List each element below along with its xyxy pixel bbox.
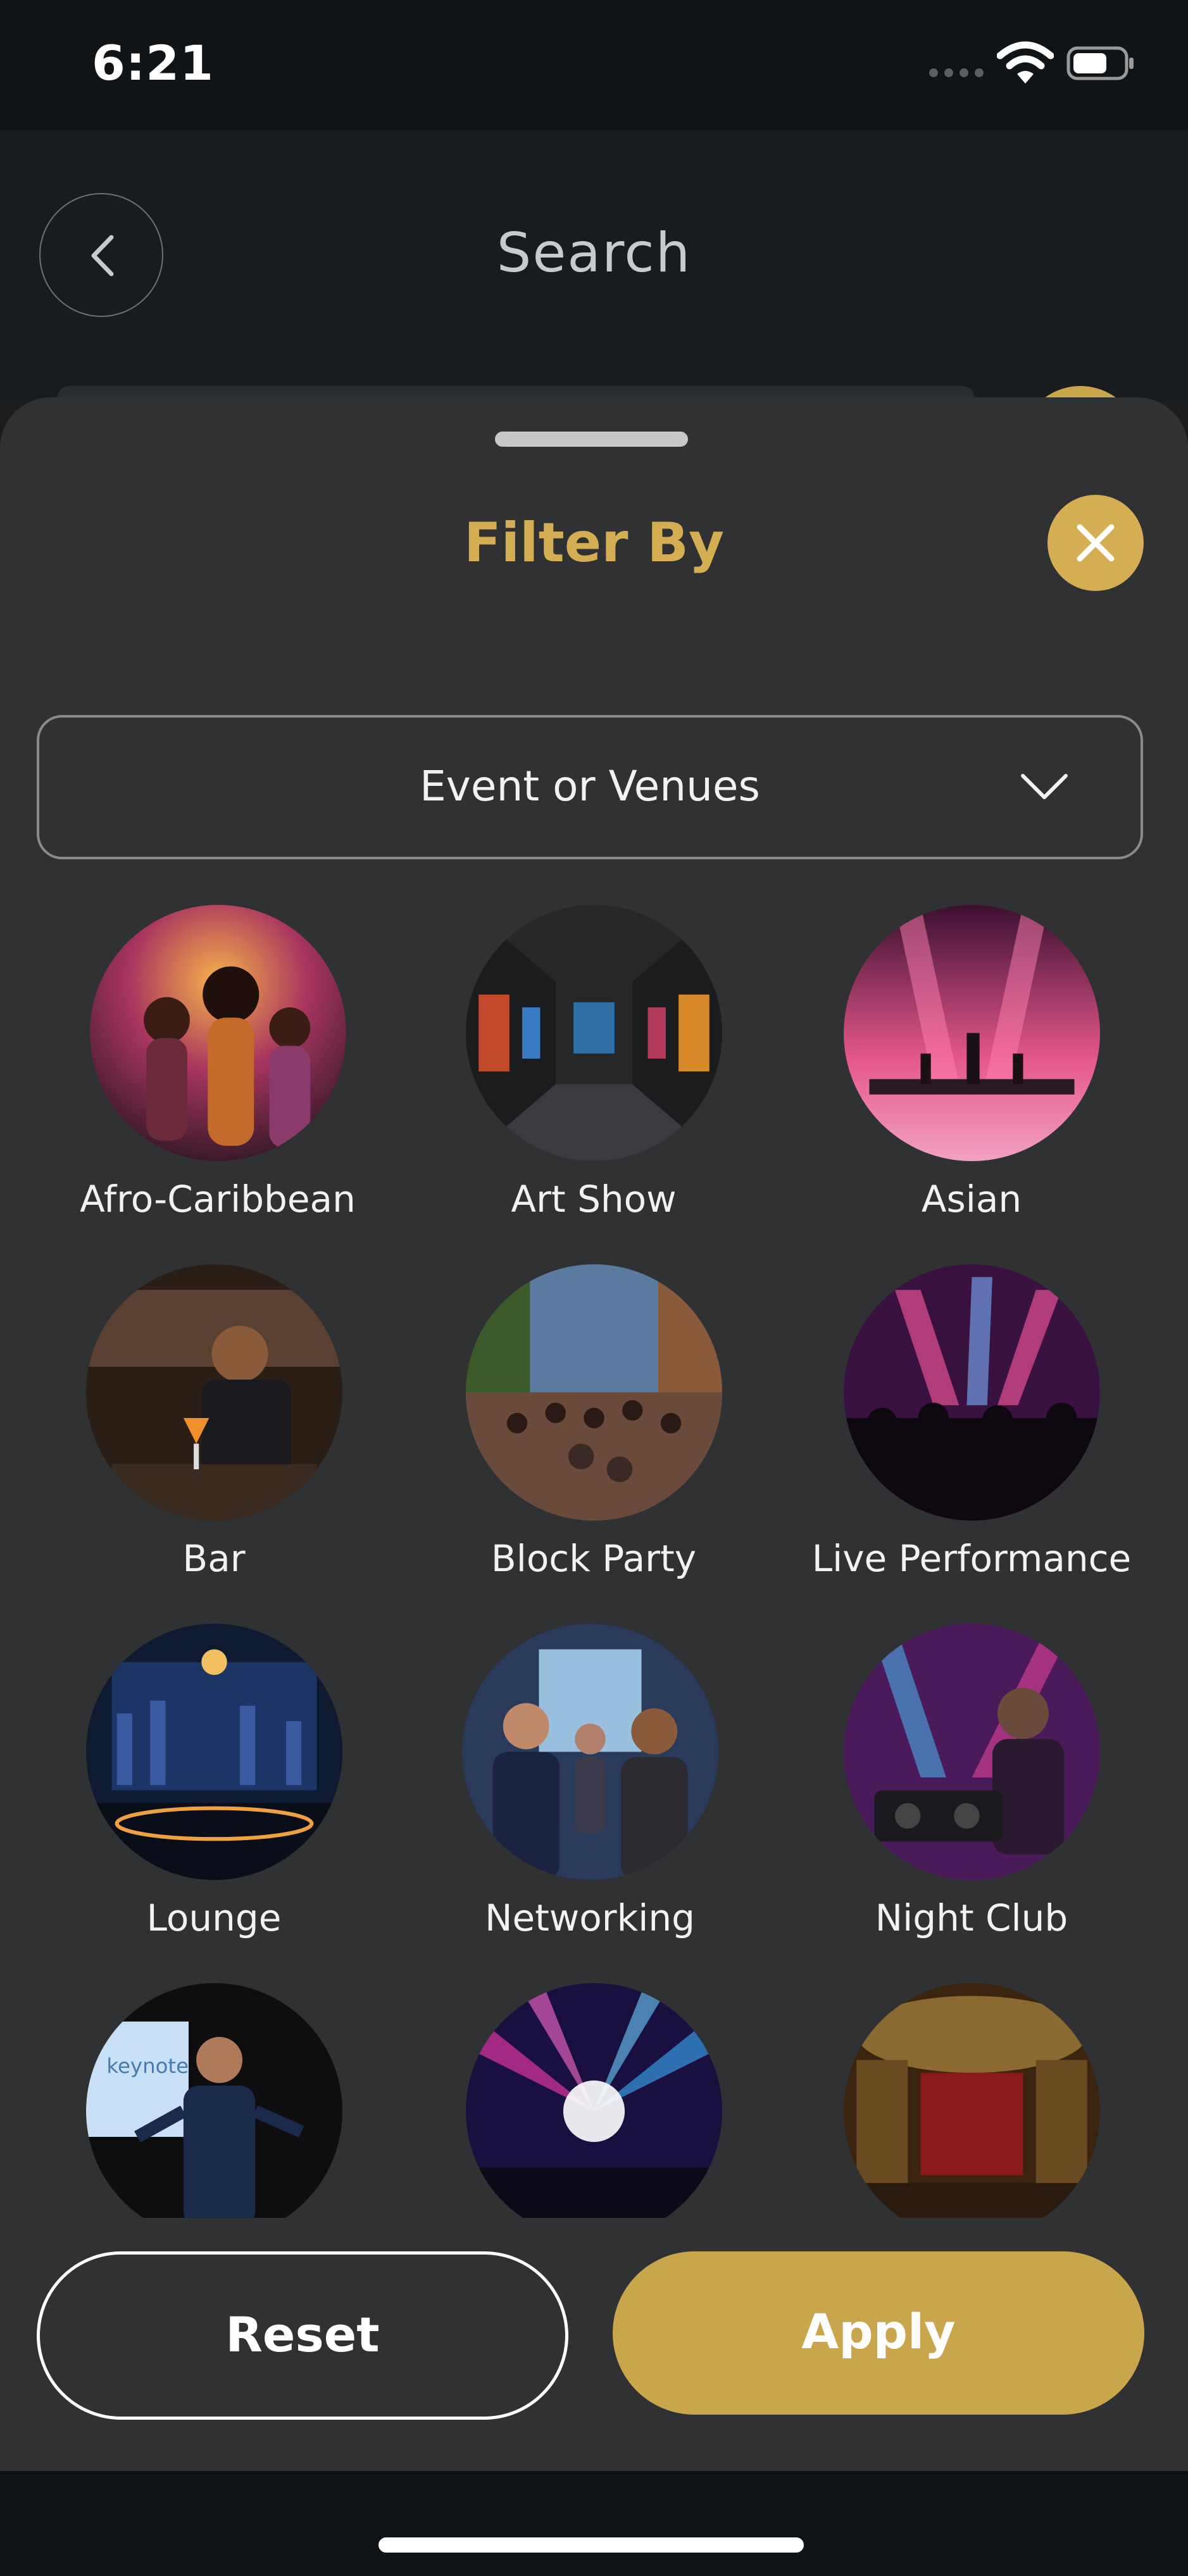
close-icon xyxy=(1077,524,1115,562)
category-concert[interactable] xyxy=(416,1983,771,2218)
theater-image xyxy=(843,1983,1100,2218)
keynote-text: keynote xyxy=(106,2054,189,2078)
live-performance-image xyxy=(843,1264,1100,1521)
apply-button-label: Apply xyxy=(801,2303,956,2360)
block-party-image xyxy=(465,1264,722,1521)
keynote-image: keynote xyxy=(85,1983,342,2218)
category-label: Night Club xyxy=(875,1896,1068,1939)
category-live-performance[interactable]: Live Performance xyxy=(794,1264,1149,1580)
category-keynote[interactable]: keynote xyxy=(37,1983,391,2218)
category-label: Live Performance xyxy=(811,1537,1132,1580)
home-indicator-area xyxy=(0,2471,1188,2576)
afro-caribbean-image xyxy=(89,905,346,1161)
networking-image xyxy=(461,1624,718,1880)
close-button[interactable] xyxy=(1047,495,1144,591)
event-venue-dropdown[interactable]: Event or Venues xyxy=(37,715,1143,859)
wifi-icon xyxy=(997,41,1054,84)
category-networking[interactable]: Networking xyxy=(413,1624,767,1939)
status-bar: 6:21 xyxy=(0,0,1188,130)
category-label: Art Show xyxy=(511,1178,677,1221)
apply-button[interactable]: Apply xyxy=(613,2251,1144,2415)
category-label: Block Party xyxy=(491,1537,697,1580)
category-theater[interactable] xyxy=(794,1983,1149,2218)
art-show-image xyxy=(465,905,722,1161)
category-label: Asian xyxy=(921,1178,1022,1221)
category-label: Afro-Caribbean xyxy=(80,1178,356,1221)
category-afro-caribbean[interactable]: Afro-Caribbean xyxy=(41,905,395,1221)
home-indicator[interactable] xyxy=(378,2537,804,2553)
battery-icon xyxy=(1066,46,1134,80)
cellular-signal-icon xyxy=(929,68,984,77)
category-label: Lounge xyxy=(146,1896,282,1939)
category-night-club[interactable]: Night Club xyxy=(794,1624,1149,1939)
category-bar[interactable]: Bar xyxy=(37,1264,391,1580)
reset-button-label: Reset xyxy=(225,2306,380,2363)
sheet-title: Filter By xyxy=(463,511,725,575)
category-asian[interactable]: Asian xyxy=(794,905,1149,1221)
night-club-image xyxy=(843,1624,1100,1880)
asian-image xyxy=(843,905,1100,1161)
category-label: Networking xyxy=(485,1896,695,1939)
chevron-down-icon xyxy=(1021,774,1068,799)
concert-image xyxy=(465,1983,722,2218)
category-label: Bar xyxy=(182,1537,246,1580)
lounge-image xyxy=(85,1624,342,1880)
category-block-party[interactable]: Block Party xyxy=(416,1264,771,1580)
category-grid: Afro-Caribbean Art Show Asian Bar Block … xyxy=(0,905,1188,2218)
dropdown-selected-value: Event or Venues xyxy=(420,762,760,811)
reset-button[interactable]: Reset xyxy=(37,2251,568,2420)
category-art-show[interactable]: Art Show xyxy=(416,905,771,1221)
bar-image xyxy=(85,1264,342,1521)
status-time: 6:21 xyxy=(92,35,215,91)
category-lounge[interactable]: Lounge xyxy=(37,1624,391,1939)
sheet-drag-handle[interactable] xyxy=(495,432,688,447)
page-title: Search xyxy=(496,221,692,285)
